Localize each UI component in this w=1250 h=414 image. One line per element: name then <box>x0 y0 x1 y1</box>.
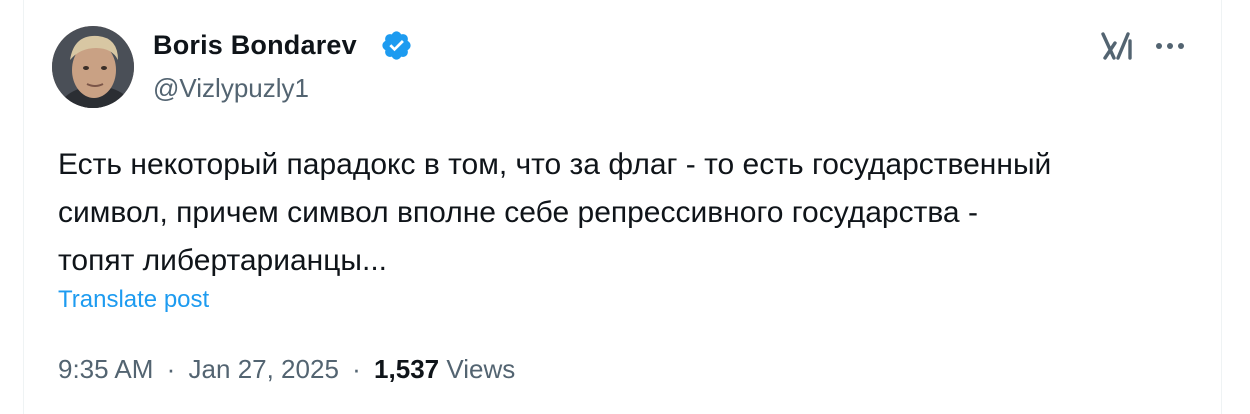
tweet-text-line: топят либертарианцы... <box>58 244 388 277</box>
author-display-name[interactable]: Boris Bondarev <box>153 30 357 61</box>
translate-post-link[interactable]: Translate post <box>58 286 209 314</box>
grok-button[interactable] <box>1097 26 1137 66</box>
verified-badge-icon[interactable] <box>380 29 413 62</box>
tweet-text-line: Есть некоторый парадокс в том, что за фл… <box>58 148 1052 181</box>
more-options-button[interactable] <box>1150 26 1190 66</box>
more-options-icon <box>1156 43 1184 49</box>
grok-icon <box>1101 32 1132 60</box>
views-count[interactable]: 1,537 <box>374 354 439 384</box>
views-label: Views <box>446 354 516 384</box>
meta-separator: · <box>352 354 361 384</box>
tweet-meta: 9:35 AM · Jan 27, 2025 · 1,537 Views <box>58 354 515 385</box>
tweet-time[interactable]: 9:35 AM <box>58 354 153 384</box>
tweet-text-line: символ, причем символ вполне себе репрес… <box>58 196 978 229</box>
avatar-image <box>52 26 134 108</box>
tweet-text: Есть некоторый парадокс в том, что за фл… <box>58 141 1208 285</box>
author-handle[interactable]: @Vizlypuzly1 <box>153 73 309 104</box>
avatar[interactable] <box>52 26 134 108</box>
meta-separator: · <box>166 354 176 384</box>
tweet-date[interactable]: Jan 27, 2025 <box>189 354 339 384</box>
